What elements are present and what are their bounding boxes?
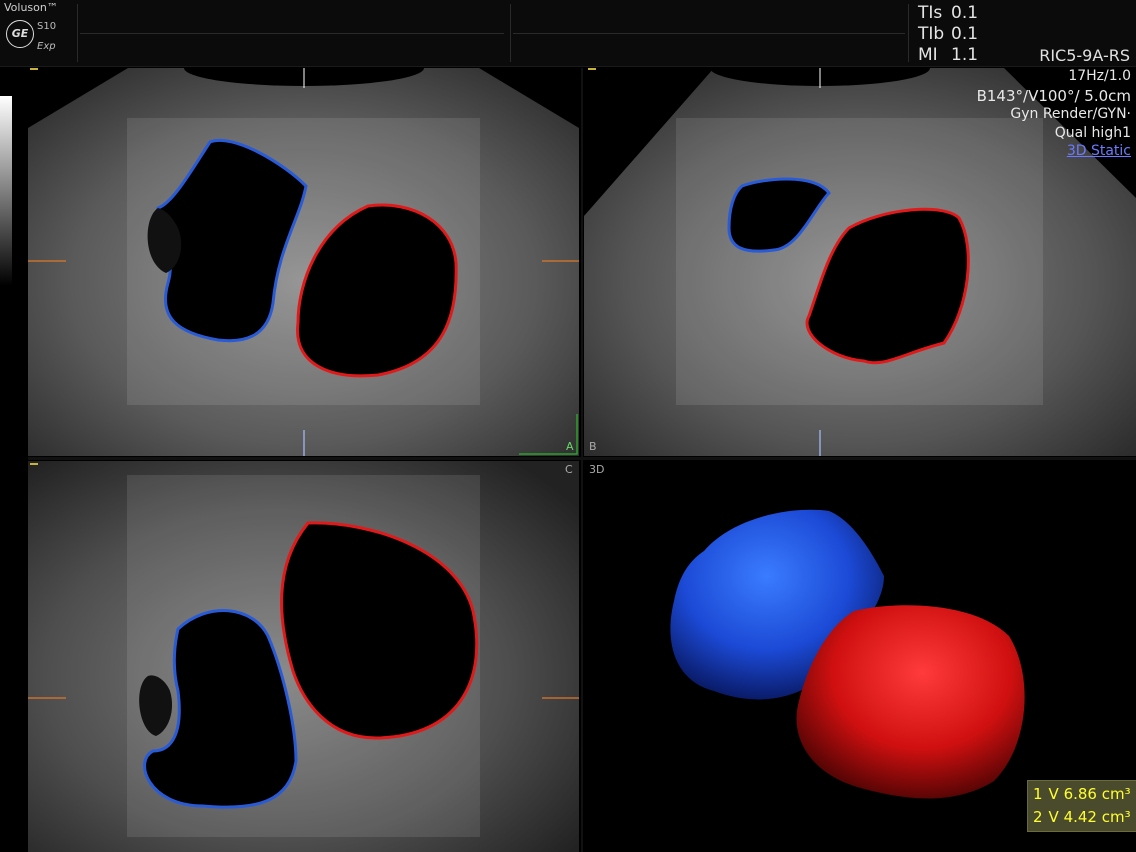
header-bar: Voluson™ GE S10 Exp TIs 0.1 TIb 0.1 MI 1.1 …	[0, 0, 1136, 67]
mode-label: Exp	[37, 41, 56, 52]
panel-b-viewport[interactable]: B	[584, 68, 1136, 456]
probe-name: RIC5-9A-RS	[1039, 46, 1130, 65]
acquisition-mode-info: 3D Static	[1066, 143, 1131, 159]
panel-a-viewport[interactable]: A	[28, 68, 579, 456]
tib-label: TIb	[918, 24, 945, 44]
panel-a-label: A	[566, 440, 574, 453]
panel-divider	[28, 457, 1136, 460]
panel-3d-label: 3D	[589, 463, 605, 476]
mi-readout: MI 1.1	[918, 45, 978, 65]
tis-value: 0.1	[951, 3, 979, 23]
header-divider	[80, 33, 504, 34]
volume-index: 2	[1033, 808, 1043, 826]
ge-logo-icon: GE	[6, 20, 34, 48]
volume-row-1: 1 V 6.86 cm³	[1033, 785, 1136, 803]
volume-index: 1	[1033, 785, 1043, 803]
tis-readout: TIs 0.1	[918, 3, 978, 23]
cyst-2-volume	[796, 605, 1025, 799]
tib-value: 0.1	[951, 24, 979, 44]
depth-tick	[30, 463, 38, 465]
volume-value: V 6.86 cm³	[1048, 785, 1131, 803]
panel-a-image	[28, 68, 579, 456]
header-divider	[908, 4, 910, 62]
volume-measurements-table: 1 V 6.86 cm³ 2 V 4.42 cm³	[1027, 780, 1136, 832]
tib-readout: TIb 0.1	[918, 24, 978, 44]
preset-info: Gyn Render/GYN·	[1010, 106, 1131, 122]
volume-row-2: 2 V 4.42 cm³	[1033, 808, 1136, 826]
panel-b-label: B	[589, 440, 597, 453]
frame-rate-info: 17Hz/1.0	[1068, 68, 1131, 84]
mi-label: MI	[918, 45, 938, 65]
panel-c-viewport[interactable]: C	[28, 461, 579, 852]
angle-depth-info: B143°/V100°/ 5.0cm	[976, 87, 1131, 105]
tis-label: TIs	[918, 3, 943, 23]
brand-name: Voluson™	[4, 1, 58, 14]
panel-b-image	[584, 68, 1136, 456]
logo-area: Voluson™ GE S10 Exp	[0, 0, 76, 66]
mi-value: 1.1	[951, 45, 979, 65]
panel-c-image	[28, 461, 579, 852]
model-name: S10	[37, 21, 57, 32]
volume-value: V 4.42 cm³	[1048, 808, 1131, 826]
quality-info: Qual high1	[1054, 125, 1131, 141]
panel-c-label: C	[565, 463, 573, 476]
depth-tick	[30, 68, 38, 70]
grayscale-bar	[0, 96, 12, 286]
panel-divider	[581, 68, 583, 852]
depth-tick	[588, 68, 596, 70]
header-divider	[513, 33, 905, 34]
